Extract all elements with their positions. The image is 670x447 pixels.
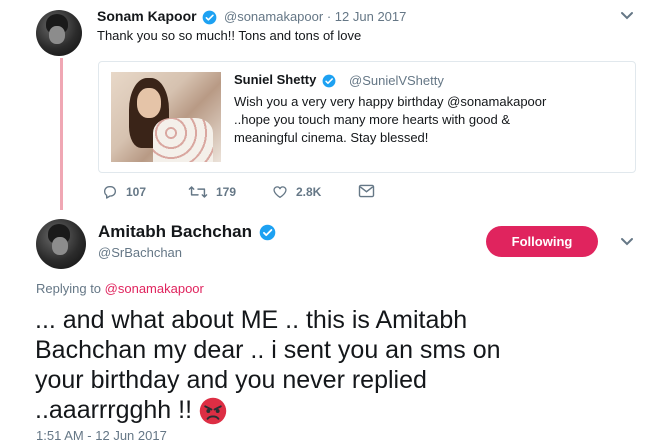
avatar-face-shape	[52, 237, 68, 255]
like-count: 2.8K	[296, 185, 322, 199]
reply-count: 107	[126, 185, 147, 199]
verified-badge-icon	[203, 10, 217, 25]
main-author-name[interactable]: Amitabh Bachchan	[98, 222, 276, 242]
main-tweet-line-3: your birthday and you never replied	[35, 366, 427, 394]
replying-to-line: Replying to @sonamakapoor	[36, 281, 204, 296]
reply-icon	[104, 186, 116, 199]
retweet-icon	[188, 186, 208, 198]
reply-author-name[interactable]: Sonam Kapoor	[97, 8, 217, 25]
quoted-text-line-2: ..hope you touch many more hearts with g…	[234, 112, 511, 127]
heart-icon	[273, 186, 287, 198]
reply-text: Thank you so so much!! Tons and tons of …	[97, 28, 362, 43]
verified-badge-icon	[322, 74, 336, 87]
tweet-timestamp[interactable]: 1:51 AM - 12 Jun 2017	[36, 428, 167, 443]
reply-author-name-text: Sonam Kapoor	[97, 8, 197, 24]
main-tweet-line-4-wrap: ..aaarrrgghh !!	[35, 395, 595, 425]
main-tweet-line-4: ..aaarrrgghh !!	[35, 396, 193, 424]
main-author-name-text: Amitabh Bachchan	[98, 222, 252, 241]
quoted-author-name[interactable]: Suniel Shetty	[234, 72, 336, 88]
quoted-tweet-card[interactable]: Suniel Shetty @SunielVShetty Wish you a …	[98, 61, 636, 173]
chevron-down-icon[interactable]	[620, 237, 634, 247]
message-action[interactable]	[358, 184, 375, 198]
photo-face-shape	[137, 88, 161, 118]
replying-to-link[interactable]: @sonamakapoor	[105, 281, 204, 296]
main-tweet-line-1: ... and what about ME .. this is Amitabh	[35, 306, 468, 334]
following-button[interactable]: Following	[486, 226, 598, 257]
photo-dress-shape	[153, 118, 213, 162]
reply-date[interactable]: 12 Jun 2017	[335, 9, 407, 24]
chevron-down-icon[interactable]	[620, 11, 634, 21]
main-tweet-text: ... and what about ME .. this is Amitabh…	[35, 305, 595, 425]
avatar-sonam[interactable]	[36, 10, 82, 56]
main-tweet-line-2: Bachchan my dear .. i sent you an sms on	[35, 336, 501, 364]
reply-author-handle[interactable]: @sonamakapoor	[224, 9, 323, 24]
quoted-tweet-photo[interactable]	[111, 72, 221, 162]
retweet-action[interactable]: 179	[188, 184, 236, 200]
like-action[interactable]: 2.8K	[272, 184, 321, 200]
quoted-author-handle[interactable]: @SunielVShetty	[349, 73, 444, 88]
verified-badge-icon	[259, 224, 276, 241]
quoted-text-line-1: Wish you a very very happy birthday @son…	[234, 94, 547, 109]
reply-author-meta: @sonamakapoor · 12 Jun 2017	[224, 9, 406, 24]
main-author-handle[interactable]: @SrBachchan	[98, 245, 182, 260]
quoted-author-name-text: Suniel Shetty	[234, 72, 317, 87]
replying-to-prefix: Replying to	[36, 281, 102, 296]
avatar-amitabh[interactable]	[36, 219, 86, 269]
meta-separator: ·	[326, 9, 332, 24]
avatar-face-shape	[49, 26, 65, 44]
envelope-icon	[358, 184, 375, 198]
quoted-text-line-3: meaningful cinema. Stay blessed!	[234, 130, 429, 145]
retweet-count: 179	[216, 185, 237, 199]
thread-connector	[60, 58, 63, 210]
angry-face-emoji-icon	[199, 398, 227, 425]
reply-action[interactable]: 107	[102, 184, 146, 200]
